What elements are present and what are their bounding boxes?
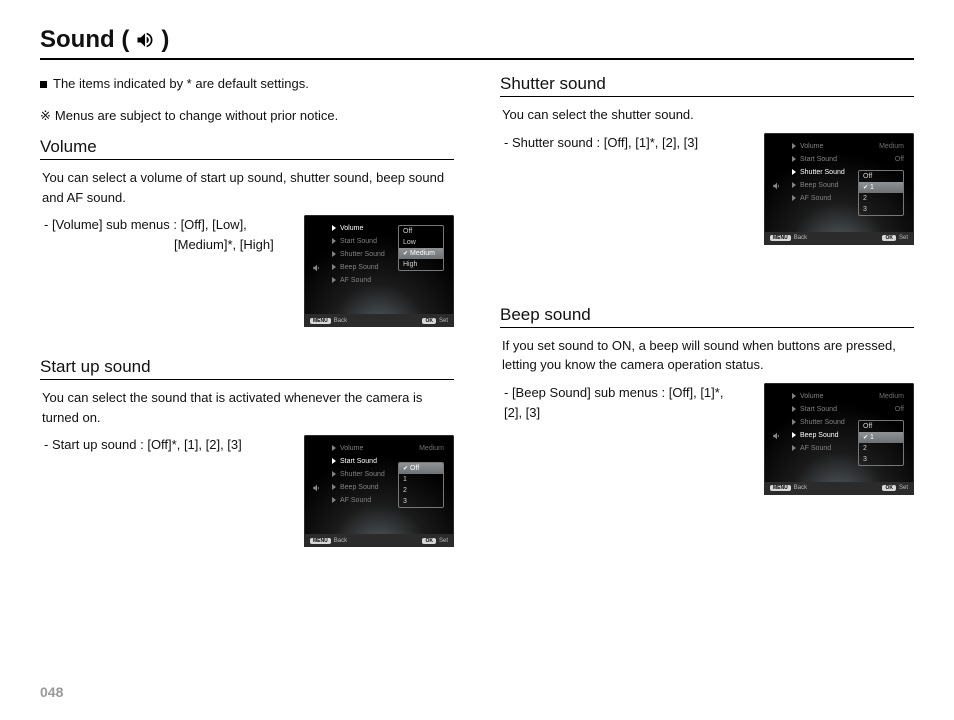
volume-screenshot: Volume Start Sound Shutter Sound Beep So…: [304, 215, 454, 327]
check-icon: ✔: [403, 250, 408, 257]
beep-submenu: - [Beep Sound] sub menus : [Off], [1]*, …: [500, 383, 744, 423]
section-divider: [500, 96, 914, 97]
speaker-mini-icon: [772, 181, 782, 193]
speaker-icon: [135, 30, 155, 50]
startup-heading: Start up sound: [40, 357, 454, 377]
volume-heading: Volume: [40, 137, 454, 157]
section-divider: [40, 379, 454, 380]
speaker-mini-icon: [312, 483, 322, 495]
startup-submenu: - Start up sound : [Off]*, [1], [2], [3]: [40, 435, 284, 455]
beep-body: If you set sound to ON, a beep will soun…: [502, 336, 914, 375]
section-divider: [500, 327, 914, 328]
beep-heading: Beep sound: [500, 305, 914, 325]
volume-submenu: - [Volume] sub menus : [Off], [Low], [Me…: [40, 215, 284, 255]
speaker-mini-icon: [312, 263, 322, 275]
shutter-submenu: - Shutter sound : [Off], [1]*, [2], [3]: [500, 133, 744, 153]
page-title: Sound ( ): [40, 26, 914, 54]
startup-screenshot: Volume Start Sound Shutter Sound Beep So…: [304, 435, 454, 547]
reference-mark-icon: ※: [40, 108, 51, 123]
check-icon: ✔: [403, 465, 408, 472]
section-divider: [40, 159, 454, 160]
shutter-screenshot: Volume Start Sound Shutter Sound Beep So…: [764, 133, 914, 245]
check-icon: ✔: [863, 434, 868, 441]
page-number: 048: [40, 684, 63, 700]
shutter-heading: Shutter sound: [500, 74, 914, 94]
default-note: The items indicated by * are default set…: [40, 74, 454, 94]
shutter-body: You can select the shutter sound.: [502, 105, 914, 125]
title-suffix: ): [161, 26, 169, 54]
volume-body: You can select a volume of start up soun…: [42, 168, 454, 207]
check-icon: ✔: [863, 184, 868, 191]
change-note: ※Menus are subject to change without pri…: [40, 106, 454, 126]
title-divider: [40, 58, 914, 60]
square-bullet-icon: [40, 81, 47, 88]
speaker-mini-icon: [772, 431, 782, 443]
beep-screenshot: Volume Start Sound Shutter Sound Beep So…: [764, 383, 914, 495]
startup-body: You can select the sound that is activat…: [42, 388, 454, 427]
title-prefix: Sound (: [40, 26, 129, 54]
